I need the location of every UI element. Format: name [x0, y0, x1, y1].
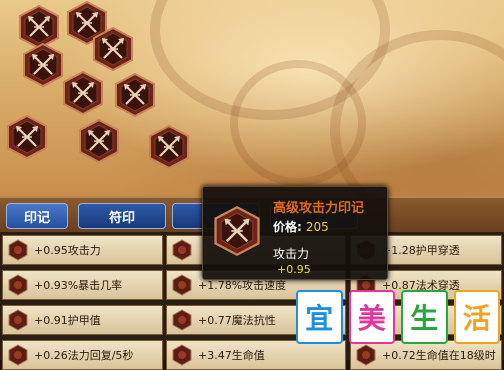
- rune-item-label: +0.26法力回复/5秒: [34, 349, 134, 362]
- equipped-rune-slot[interactable]: [4, 114, 50, 160]
- tooltip-price: 价格: 205: [273, 218, 329, 235]
- rune-icon: [7, 239, 29, 261]
- tab-seals[interactable]: 符印: [78, 203, 166, 229]
- watermark-char: 宜: [296, 290, 343, 344]
- watermark-char: 活: [453, 290, 500, 344]
- watermark-char: 生: [401, 290, 448, 344]
- rune-tooltip: 高级攻击力印记 价格: 205 攻击力 +0.95: [202, 186, 388, 280]
- rune-item[interactable]: +0.95攻击力: [2, 235, 163, 265]
- rune-icon: [171, 344, 193, 366]
- rune-icon: [171, 274, 193, 296]
- rune-item[interactable]: +0.93%暴击几率: [2, 270, 163, 300]
- tooltip-stat-value: +0.95: [277, 263, 311, 276]
- rune-item[interactable]: +0.26法力回复/5秒: [2, 340, 163, 370]
- tooltip-title: 高级攻击力印记: [273, 201, 365, 216]
- swirl-decoration: [230, 60, 366, 186]
- rune-icon: [7, 309, 29, 331]
- price-value: 205: [305, 220, 329, 234]
- equipped-rune-slot[interactable]: [76, 118, 122, 164]
- watermark-logo: 宜 美 生 活: [296, 290, 500, 354]
- equipped-rune-slot[interactable]: [60, 70, 106, 116]
- equipped-rune-slot[interactable]: [112, 72, 158, 118]
- tooltip-rune-icon: [211, 205, 263, 257]
- rune-item-label: +1.28护甲穿透: [382, 244, 460, 257]
- price-label: 价格:: [273, 220, 302, 234]
- equipped-rune-slot[interactable]: [90, 26, 136, 72]
- rune-item-label: +0.93%暴击几率: [34, 279, 123, 292]
- rune-icon: [171, 239, 193, 261]
- rune-item[interactable]: +0.91护甲值: [2, 305, 163, 335]
- rune-icon: [171, 309, 193, 331]
- equipped-rune-slot[interactable]: [146, 124, 192, 170]
- rune-item-label: +0.77魔法抗性: [198, 314, 276, 327]
- rune-item-label: +0.91护甲值: [34, 314, 101, 327]
- tooltip-stat-label: 攻击力: [273, 247, 310, 261]
- tab-marks[interactable]: 印记: [6, 203, 68, 229]
- rune-icon: [7, 274, 29, 296]
- rune-icon: [7, 344, 29, 366]
- watermark-char: 美: [348, 290, 395, 344]
- rune-item-label: +0.95攻击力: [34, 244, 101, 257]
- rune-item-label: +3.47生命值: [198, 349, 265, 362]
